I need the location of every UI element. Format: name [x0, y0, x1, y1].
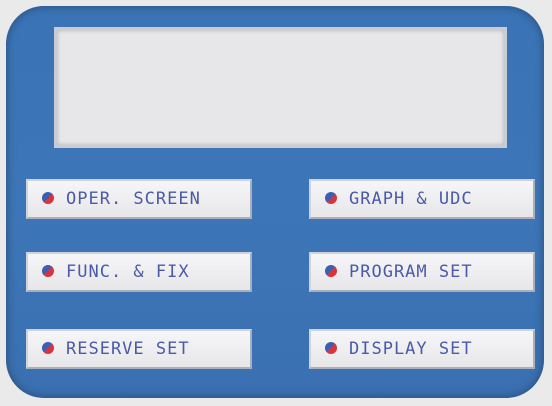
menu-bullet-icon — [325, 342, 339, 356]
menu-bullet-icon — [42, 265, 56, 279]
display-set-button[interactable]: DISPLAY SET — [309, 329, 535, 369]
button-label: GRAPH & UDC — [349, 189, 473, 209]
menu-bullet-icon — [42, 342, 56, 356]
button-label: PROGRAM SET — [349, 262, 473, 282]
button-label: RESERVE SET — [66, 339, 190, 359]
button-label: DISPLAY SET — [349, 339, 473, 359]
menu-bullet-icon — [42, 192, 56, 206]
button-label: FUNC. & FIX — [66, 262, 190, 282]
reserve-set-button[interactable]: RESERVE SET — [26, 329, 252, 369]
func-fix-button[interactable]: FUNC. & FIX — [26, 252, 252, 292]
menu-bullet-icon — [325, 265, 339, 279]
control-panel: OPER. SCREEN GRAPH & UDC FUNC. & FIX PRO… — [6, 6, 544, 398]
button-label: OPER. SCREEN — [66, 189, 201, 209]
menu-bullet-icon — [325, 192, 339, 206]
program-set-button[interactable]: PROGRAM SET — [309, 252, 535, 292]
graph-udc-button[interactable]: GRAPH & UDC — [309, 179, 535, 219]
oper-screen-button[interactable]: OPER. SCREEN — [26, 179, 252, 219]
lcd-display — [54, 27, 507, 148]
